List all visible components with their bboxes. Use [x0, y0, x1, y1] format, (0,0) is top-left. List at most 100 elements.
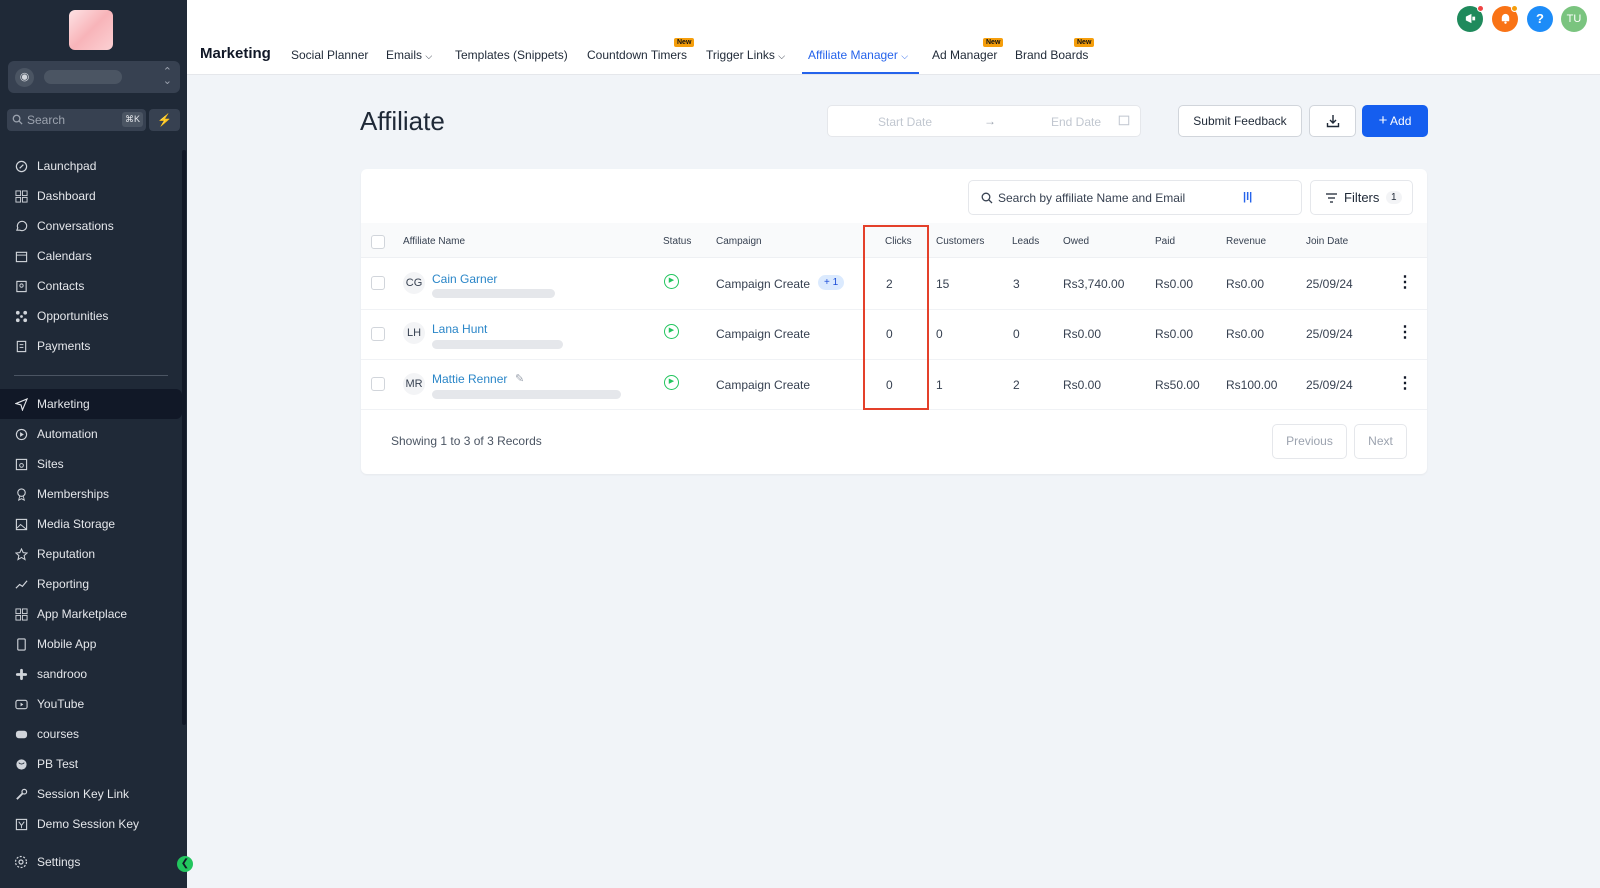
sidebar-item-calendars[interactable]: Calendars [13, 245, 92, 267]
sidebar-item-contacts[interactable]: Contacts [13, 275, 84, 297]
column-header-revenue[interactable]: Revenue [1226, 236, 1266, 247]
campaign-more-badge[interactable]: + 1 [818, 275, 845, 290]
sidebar-item-label: Settings [37, 855, 81, 869]
filters-button[interactable]: Filters 1 [1310, 180, 1413, 215]
row-actions-icon[interactable]: ⋮ [1397, 376, 1413, 392]
mobile-icon [13, 636, 29, 652]
paid-cell: Rs0.00 [1155, 327, 1194, 341]
row-actions-icon[interactable]: ⋮ [1397, 325, 1413, 341]
arrow-right-icon: → [984, 114, 996, 128]
join-date-cell: 25/09/24 [1306, 378, 1353, 392]
tab-emails[interactable]: Emails ⌵ [386, 48, 432, 62]
date-range-picker[interactable]: Start Date → End Date [827, 105, 1141, 137]
edit-pencil-icon[interactable]: ✎ [515, 372, 524, 385]
affiliate-search-input[interactable]: Search by affiliate Name and Email |l| [968, 180, 1302, 215]
avatar: LH [403, 322, 425, 344]
sidebar-item-session-key-link[interactable]: Session Key Link [13, 783, 129, 805]
sidebar-item-label: Automation [37, 427, 98, 441]
column-header-campaign[interactable]: Campaign [716, 236, 762, 247]
sidebar-item-launchpad[interactable]: Launchpad [13, 155, 96, 177]
row-checkbox[interactable] [371, 276, 385, 290]
user-avatar[interactable]: TU [1561, 6, 1587, 32]
sidebar-item-demo-session-key[interactable]: Demo Session Key [13, 813, 139, 835]
join-date-cell: 25/09/24 [1306, 277, 1353, 291]
sidebar-item-label: Reputation [37, 547, 96, 561]
sidebar-item-payments[interactable]: Payments [13, 335, 90, 357]
sidebar-search[interactable]: Search ⌘K [7, 109, 146, 131]
tab-countdown-timers[interactable]: Countdown Timers [587, 48, 687, 62]
previous-page-button[interactable]: Previous [1272, 424, 1347, 459]
select-all-checkbox[interactable] [371, 235, 385, 249]
customers-cell: 0 [936, 327, 943, 341]
revenue-cell: Rs100.00 [1226, 378, 1278, 392]
column-header-customers[interactable]: Customers [936, 236, 984, 247]
sidebar-item-courses[interactable]: courses [13, 723, 79, 745]
sidebar-item-reputation[interactable]: Reputation [13, 543, 95, 565]
sidebar-item-app-marketplace[interactable]: App Marketplace [13, 603, 127, 625]
add-affiliate-button[interactable]: + Add [1362, 105, 1428, 137]
filters-label: Filters [1344, 190, 1380, 205]
sidebar-item-sandrooo[interactable]: sandrooo [13, 663, 87, 685]
column-header-owed[interactable]: Owed [1063, 236, 1089, 247]
apps-icon [13, 606, 29, 622]
column-header-leads[interactable]: Leads [1012, 236, 1039, 247]
tab-ad-manager[interactable]: Ad Manager [932, 48, 997, 62]
quick-action-bolt-icon[interactable]: ⚡ [149, 109, 180, 131]
download-button[interactable] [1309, 105, 1356, 137]
sidebar-item-mobile-app[interactable]: Mobile App [13, 633, 96, 655]
tab-social-planner[interactable]: Social Planner [291, 48, 368, 62]
column-header-paid[interactable]: Paid [1155, 236, 1175, 247]
affiliate-name-link[interactable]: Lana Hunt [432, 322, 487, 336]
sidebar-item-pb-test[interactable]: PB Test [13, 753, 78, 775]
tab-brand-boards[interactable]: Brand Boards [1015, 48, 1088, 62]
affiliate-name-link[interactable]: Cain Garner [432, 272, 497, 286]
sidebar-item-marketing[interactable]: Marketing [0, 389, 182, 419]
column-header-join-date[interactable]: Join Date [1306, 236, 1348, 247]
voice-search-icon[interactable]: |l| [1243, 191, 1252, 203]
sidebar-item-label: Opportunities [37, 309, 109, 323]
sidebar-item-settings[interactable]: Settings [13, 851, 80, 873]
sidebar-item-label: sandrooo [37, 667, 88, 681]
row-checkbox[interactable] [371, 327, 385, 341]
sidebar-item-automation[interactable]: Automation [13, 423, 98, 445]
sidebar-item-opportunities[interactable]: Opportunities [13, 305, 108, 327]
sidebar-item-youtube[interactable]: YouTube [13, 693, 84, 715]
image-icon [13, 516, 29, 532]
row-checkbox[interactable] [371, 377, 385, 391]
start-date-input[interactable]: Start Date [878, 115, 932, 129]
sidebar-item-sites[interactable]: Sites [13, 453, 64, 475]
new-badge: New [983, 38, 1004, 47]
customers-cell: 15 [936, 277, 950, 291]
sidebar-item-label: Mobile App [37, 637, 97, 651]
user-circle-icon: ◉ [15, 68, 34, 87]
sidebar-item-label: Marketing [37, 397, 90, 411]
company-logo[interactable] [69, 10, 113, 50]
sidebar-item-media-storage[interactable]: Media Storage [13, 513, 115, 535]
end-date-input[interactable]: End Date [1051, 115, 1101, 129]
affiliate-name-link[interactable]: Mattie Renner [432, 372, 507, 386]
row-actions-icon[interactable]: ⋮ [1397, 275, 1413, 291]
search-placeholder: Search [27, 113, 66, 127]
next-page-button[interactable]: Next [1354, 424, 1407, 459]
sidebar-item-label: App Marketplace [37, 607, 128, 621]
sidebar-item-label: PB Test [37, 757, 79, 771]
tab-trigger-links[interactable]: Trigger Links ⌵ [706, 48, 785, 62]
sidebar-scrollbar[interactable] [182, 150, 186, 725]
sidebar-item-conversations[interactable]: Conversations [13, 215, 114, 237]
collapse-sidebar-icon[interactable]: ❮ [177, 856, 193, 872]
column-header-status[interactable]: Status [663, 236, 691, 247]
automation-icon [13, 426, 29, 442]
help-icon[interactable]: ? [1527, 6, 1553, 32]
campaign-cell: Campaign Create [716, 327, 811, 341]
account-switcher[interactable]: ◉ ⌃ ⌄ [8, 61, 180, 93]
tab-affiliate-manager[interactable]: Affiliate Manager ⌵ [808, 48, 908, 62]
submit-feedback-button[interactable]: Submit Feedback [1178, 105, 1302, 137]
sidebar-item-label: YouTube [37, 697, 85, 711]
sidebar-item-memberships[interactable]: Memberships [13, 483, 109, 505]
sidebar-item-label: Sites [37, 457, 64, 471]
tab-templates[interactable]: Templates (Snippets) [455, 48, 568, 62]
owed-cell: Rs0.00 [1063, 378, 1102, 392]
column-header-affiliate-name[interactable]: Affiliate Name [403, 236, 465, 247]
sidebar-item-reporting[interactable]: Reporting [13, 573, 89, 595]
sidebar-item-dashboard[interactable]: Dashboard [13, 185, 96, 207]
